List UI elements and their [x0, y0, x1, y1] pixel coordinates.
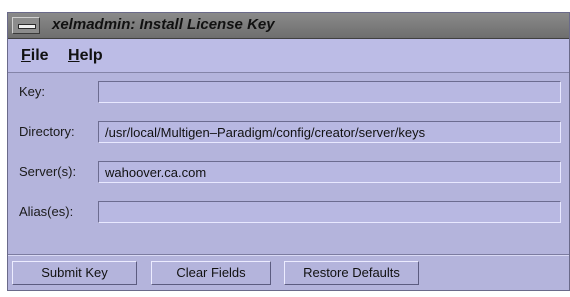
aliases-label: Alias(es): [19, 204, 74, 219]
window-title: xelmadmin: Install License Key [52, 16, 275, 33]
directory-field[interactable]: /usr/local/Multigen–Paradigm/config/crea… [98, 121, 561, 143]
menu-help[interactable]: Help [68, 47, 103, 65]
directory-label: Directory: [19, 124, 75, 139]
servers-label: Server(s): [19, 164, 77, 179]
aliases-field[interactable] [98, 201, 561, 223]
menu-bar: File Help [8, 39, 569, 73]
key-label: Key: [19, 84, 46, 99]
submit-key-button[interactable]: Submit Key [12, 261, 137, 285]
menu-file[interactable]: File [21, 47, 49, 65]
clear-fields-button[interactable]: Clear Fields [151, 261, 271, 285]
separator [8, 254, 569, 256]
install-license-key-window: xelmadmin: Install License Key File Help… [7, 12, 570, 291]
key-field[interactable] [98, 81, 561, 103]
title-bar[interactable]: xelmadmin: Install License Key [8, 13, 569, 39]
servers-field[interactable]: wahoover.ca.com [98, 161, 561, 183]
window-menu-icon[interactable] [12, 17, 40, 34]
restore-defaults-button[interactable]: Restore Defaults [284, 261, 419, 285]
